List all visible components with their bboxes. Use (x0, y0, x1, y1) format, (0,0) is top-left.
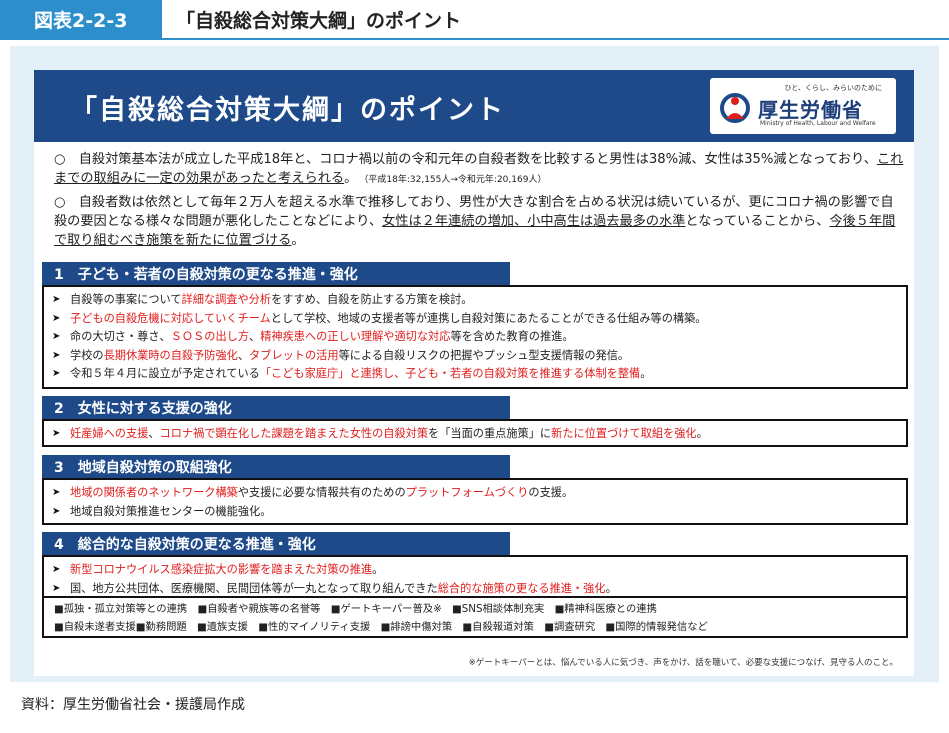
highlight-text: 子どもの自殺危機に対応していくチーム (70, 311, 271, 325)
arrow-right-icon: ➤ (52, 505, 61, 517)
logo-tagline: ひと、くらし、みらいのために (784, 84, 882, 92)
intro-2-end: 。 (291, 233, 305, 248)
body-text: 、 (148, 427, 160, 440)
arrow-right-icon: ➤ (52, 487, 61, 498)
intro-2-mid: となっていることから、 (685, 214, 830, 229)
tag-row-1: ■孤独・孤立対策等との連携 ■自殺者や親族等の名誉等 ■ゲートキーパー普及※ ■… (54, 603, 657, 615)
bullet-text: 子どもの自殺危機に対応していくチームとして学校、地域の支援者等が連携し自殺対策に… (70, 310, 706, 328)
body-text: 。 (640, 367, 652, 381)
highlight-text: 「こども家庭庁」と連携し、子ども・若者の自殺対策を推進する体制を整備 (259, 367, 641, 381)
body-text: 等を含めた教育の推進。 (450, 330, 574, 344)
section-2-box: ➤ 妊産婦への支援、コロナ禍で顕在化した課題を踏まえた女性の自殺対策を「当面の重点… (42, 419, 908, 447)
body-text: 地域自殺対策推進センターの機能強化。 (70, 504, 272, 518)
body-text: 国、地方公共団体、医療機関、民間団体等が一丸となって取り組んできた (70, 581, 438, 595)
bullet-line: ➤ 新型コロナウイルス感染症拡大の影響を踏まえた対策の推進。 (52, 561, 898, 580)
section-4-heading: 4 総合的な自殺対策の更なる推進・強化 (42, 532, 510, 556)
body-text: 。 (372, 563, 384, 576)
bullet-text: 地域自殺対策推進センターの機能強化。 (70, 503, 271, 521)
body-text: や支援に必要な情報共有のための (237, 486, 406, 499)
figure-title: 「自殺総合対策大綱」のポイント (162, 0, 949, 38)
bullet-line: ➤ 子どもの自殺危機に対応していくチームとして学校、地域の支援者等が連携し自殺対策… (52, 310, 898, 329)
ministry-logo: ひと、くらし、みらいのために 厚生労働省 Ministry of Health,… (710, 78, 896, 134)
body-text: 命の大切さ・尊さ、 (70, 330, 171, 344)
section-1-heading: 1 子ども・若者の自殺対策の更なる推進・強化 (42, 262, 510, 286)
footnote: ※ゲートキーパーとは、悩んでいる人に気づき、声をかけ、話を聴いて、必要な支援につ… (468, 658, 898, 668)
highlight-text: 長期休業時の自殺予防強化 (103, 348, 238, 362)
bullet-line: ➤ 学校の長期休業時の自殺予防強化、タブレットの活用等による自殺リスクの把握やプッ… (52, 347, 898, 366)
body-text: 、 (249, 330, 261, 344)
bullet-line: ➤ 地域の関係者のネットワーク構築や支援に必要な情報共有のためのプラットフォームづ… (52, 484, 898, 503)
arrow-right-icon: ➤ (52, 564, 61, 575)
figure-header: 図表2-2-3 「自殺総合対策大綱」のポイント (0, 0, 949, 40)
figure-frame: 「自殺総合対策大綱」のポイント ひと、くらし、みらいのために 厚生労働省 Min… (10, 46, 939, 682)
measure-tags: ■孤独・孤立対策等との連携 ■自殺者や親族等の名誉等 ■ゲートキーパー普及※ ■… (42, 596, 908, 638)
arrow-right-icon: ➤ (52, 331, 61, 343)
highlight-text: プラットフォームづくり (405, 486, 529, 499)
intro-text: ○ 自殺対策基本法が成立した平成18年と、コロナ禍以前の令和元年の自殺者数を比較… (54, 150, 904, 253)
arrow-right-icon: ➤ (52, 368, 61, 380)
highlight-text: 地域の関係者のネットワーク構築 (70, 486, 238, 499)
intro-1-note: （平成18年:32,155人→令和元年:20,169人） (363, 175, 547, 185)
bullet-line: ➤ 令和５年４月に設立が予定されている「こども家庭庁」と連携し、子ども・若者の自殺… (52, 365, 898, 384)
bullet-line: ➤ 自殺等の事案について詳細な調査や分析をすすめ、自殺を防止する方策を検討。 (52, 291, 898, 310)
bullet-text: 国、地方公共団体、医療機関、民間団体等が一丸となって取り組んできた総合的な施策の… (70, 580, 617, 598)
bullet-line: ➤ 妊産婦への支援、コロナ禍で顕在化した課題を踏まえた女性の自殺対策を「当面の重点… (52, 425, 898, 444)
bullet-line: ➤ 命の大切さ・尊さ、ＳＯＳの出し方、精神疾患への正しい理解や適切な対応等を含めた… (52, 328, 898, 347)
bullet-line: ➤ 地域自殺対策推進センターの機能強化。 (52, 503, 898, 522)
source-note: 資料：厚生労働省社会・援護局作成 (21, 697, 245, 713)
body-text: を「当面の重点施策」に (428, 427, 552, 440)
highlight-text: 精神疾患への正しい理解や適切な対応 (260, 330, 451, 344)
body-text: として学校、地域の支援者等が連携し自殺対策にあたることができる仕組み等の構築。 (270, 311, 707, 325)
body-text: の支援。 (528, 486, 574, 499)
banner-title: 「自殺総合対策大綱」のポイント (70, 95, 505, 126)
highlight-text: 新型コロナウイルス感染症拡大の影響を踏まえた対策の推進 (70, 563, 373, 576)
highlight-text: タブレットの活用 (249, 348, 339, 362)
bullet-text: 妊産婦への支援、コロナ禍で顕在化した課題を踏まえた女性の自殺対策を「当面の重点施… (70, 425, 708, 443)
intro-paragraph-2: ○ 自殺者数は依然として毎年２万人を超える水準で推移しており、男性が大きな割合を… (54, 193, 904, 250)
mhlw-logo-icon (720, 93, 750, 123)
body-text: 。 (696, 427, 708, 440)
arrow-right-icon: ➤ (52, 294, 61, 305)
highlight-text: 総合的な施策の更なる推進・強化 (437, 581, 606, 595)
highlight-text: コロナ禍で顕在化した課題を踏まえた女性の自殺対策 (159, 427, 429, 440)
section-2-heading: 2 女性に対する支援の強化 (42, 396, 510, 420)
intro-1-end: 。 (344, 171, 351, 186)
slide: 「自殺総合対策大綱」のポイント ひと、くらし、みらいのために 厚生労働省 Min… (34, 70, 914, 676)
bullet-text: 学校の長期休業時の自殺予防強化、タブレットの活用等による自殺リスクの把握やプッシ… (70, 347, 629, 365)
arrow-right-icon: ➤ (52, 428, 61, 439)
logo-name: 厚生労働省 (758, 98, 863, 122)
body-text: 令和５年４月に設立が予定されている (70, 367, 260, 381)
intro-1-text: ○ 自殺対策基本法が成立した平成18年と、コロナ禍以前の令和元年の自殺者数を比較… (54, 152, 877, 167)
body-text: 等による自殺リスクの把握やプッシュ型支援情報の発信。 (338, 348, 630, 362)
intro-2-underlined-1: 女性は２年連続の増加、小中高生は過去最多の水準 (382, 214, 686, 229)
section-3-heading: 3 地域自殺対策の取組強化 (42, 455, 510, 479)
bullet-text: 自殺等の事案について詳細な調査や分析をすすめ、自殺を防止する方策を検討。 (70, 291, 472, 309)
logo-english: Ministry of Health, Labour and Welfare (760, 120, 876, 127)
body-text: 自殺等の事案について (70, 293, 182, 306)
bullet-text: 新型コロナウイルス感染症拡大の影響を踏まえた対策の推進。 (70, 561, 383, 579)
arrow-right-icon: ➤ (52, 349, 61, 361)
section-3-box: ➤ 地域の関係者のネットワーク構築や支援に必要な情報共有のためのプラットフォームづ… (42, 478, 908, 525)
body-text: をすすめ、自殺を防止する方策を検討。 (271, 293, 473, 306)
arrow-right-icon: ➤ (52, 582, 61, 594)
body-text: 、 (237, 348, 250, 362)
body-text: 学校の (70, 348, 104, 362)
highlight-text: 妊産婦への支援 (70, 427, 149, 440)
bullet-text: 令和５年４月に設立が予定されている「こども家庭庁」と連携し、子ども・若者の自殺対… (70, 365, 651, 383)
bullet-text: 地域の関係者のネットワーク構築や支援に必要な情報共有のためのプラットフォームづく… (70, 484, 573, 502)
highlight-text: 新たに位置づけて取組を強化 (551, 427, 697, 440)
highlight-text: 詳細な調査や分析 (181, 293, 272, 306)
section-1-box: ➤ 自殺等の事案について詳細な調査や分析をすすめ、自殺を防止する方策を検討。 ➤ 子ど… (42, 285, 908, 389)
arrow-right-icon: ➤ (52, 312, 61, 324)
intro-paragraph-1: ○ 自殺対策基本法が成立した平成18年と、コロナ禍以前の令和元年の自殺者数を比較… (54, 150, 904, 190)
slide-banner: 「自殺総合対策大綱」のポイント ひと、くらし、みらいのために 厚生労働省 Min… (34, 70, 914, 142)
tag-row-2: ■自殺未遂者支援■勤務問題 ■遺族支援 ■性的マイノリティ支援 ■誹謗中傷対策 … (54, 621, 708, 633)
figure-label: 図表2-2-3 (0, 0, 162, 38)
section-4-box: ➤ 新型コロナウイルス感染症拡大の影響を踏まえた対策の推進。 ➤ 国、地方公共団体、医… (42, 555, 908, 599)
body-text: 。 (605, 581, 617, 595)
highlight-text: ＳＯＳの出し方 (170, 330, 250, 344)
bullet-text: 命の大切さ・尊さ、ＳＯＳの出し方、精神疾患への正しい理解や適切な対応等を含めた教… (70, 328, 574, 346)
